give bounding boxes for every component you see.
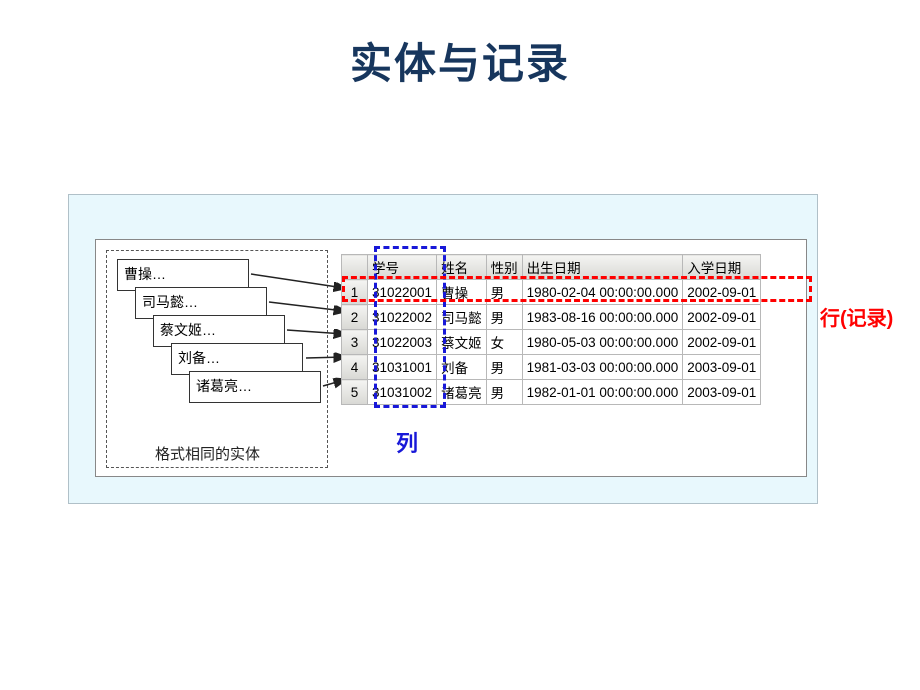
cell-enroll: 2002-09-01 <box>683 305 761 330</box>
cell-gender: 男 <box>486 355 522 380</box>
page-title: 实体与记录 <box>0 0 920 91</box>
table-row: 1 31022001 曹操 男 1980-02-04 00:00:00.000 … <box>342 280 761 305</box>
cell-birth: 1980-02-04 00:00:00.000 <box>522 280 683 305</box>
row-number: 1 <box>342 280 368 305</box>
cell-id: 31022002 <box>368 305 437 330</box>
cell-gender: 女 <box>486 330 522 355</box>
table-row: 2 31022002 司马懿 男 1983-08-16 00:00:00.000… <box>342 305 761 330</box>
table-row: 5 31031002 诸葛亮 男 1982-01-01 00:00:00.000… <box>342 380 761 405</box>
cell-name: 刘备 <box>437 355 487 380</box>
cell-id: 31031001 <box>368 355 437 380</box>
col-header: 姓名 <box>437 255 487 280</box>
col-header: 入学日期 <box>683 255 761 280</box>
cell-name: 司马懿 <box>437 305 487 330</box>
row-number: 2 <box>342 305 368 330</box>
cell-enroll: 2002-09-01 <box>683 330 761 355</box>
table-row: 4 31031001 刘备 男 1981-03-03 00:00:00.000 … <box>342 355 761 380</box>
cell-id: 31022001 <box>368 280 437 305</box>
cell-name: 诸葛亮 <box>437 380 487 405</box>
cell-gender: 男 <box>486 305 522 330</box>
row-number: 3 <box>342 330 368 355</box>
entity-caption: 格式相同的实体 <box>155 443 260 464</box>
outer-panel: 曹操… 司马懿… 蔡文姬… 刘备… 诸葛亮… 格式相同的实体 <box>68 194 818 504</box>
cell-birth: 1982-01-01 00:00:00.000 <box>522 380 683 405</box>
cell-id: 31031002 <box>368 380 437 405</box>
table-row: 3 31022003 蔡文姬 女 1980-05-03 00:00:00.000… <box>342 330 761 355</box>
arrows <box>96 240 356 440</box>
cell-gender: 男 <box>486 280 522 305</box>
cell-enroll: 2003-09-01 <box>683 380 761 405</box>
column-label: 列 <box>396 426 418 458</box>
col-header: 出生日期 <box>522 255 683 280</box>
cell-enroll: 2003-09-01 <box>683 355 761 380</box>
cell-id: 31022003 <box>368 330 437 355</box>
cell-name: 蔡文姬 <box>437 330 487 355</box>
inner-panel: 曹操… 司马懿… 蔡文姬… 刘备… 诸葛亮… 格式相同的实体 <box>95 239 807 477</box>
records-table: 学号 姓名 性别 出生日期 入学日期 1 31022001 曹操 男 1980-… <box>341 254 761 405</box>
cell-birth: 1983-08-16 00:00:00.000 <box>522 305 683 330</box>
row-label: 行(记录) <box>820 302 893 331</box>
row-number: 4 <box>342 355 368 380</box>
corner-cell <box>342 255 368 280</box>
cell-birth: 1981-03-03 00:00:00.000 <box>522 355 683 380</box>
cell-gender: 男 <box>486 380 522 405</box>
table-header-row: 学号 姓名 性别 出生日期 入学日期 <box>342 255 761 280</box>
cell-name: 曹操 <box>437 280 487 305</box>
row-number: 5 <box>342 380 368 405</box>
cell-enroll: 2002-09-01 <box>683 280 761 305</box>
cell-birth: 1980-05-03 00:00:00.000 <box>522 330 683 355</box>
col-header: 学号 <box>368 255 437 280</box>
col-header: 性别 <box>486 255 522 280</box>
